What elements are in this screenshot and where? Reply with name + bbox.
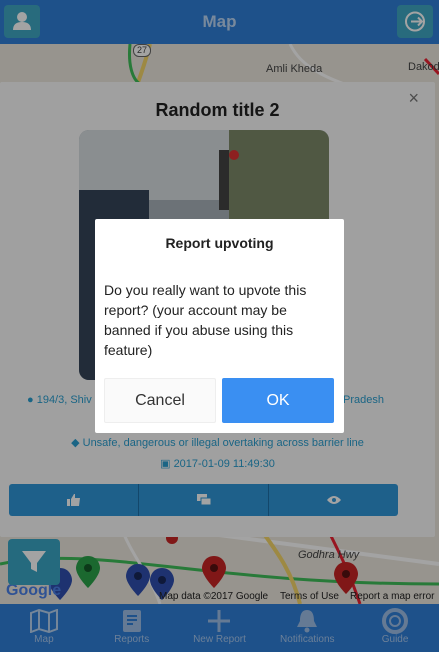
dialog-title: Report upvoting — [165, 235, 274, 251]
cancel-button[interactable]: Cancel — [104, 378, 216, 423]
ok-button[interactable]: OK — [222, 378, 334, 423]
upvote-dialog: Report upvoting Do you really want to up… — [95, 219, 344, 433]
dialog-message: Do you really want to upvote this report… — [104, 282, 307, 358]
